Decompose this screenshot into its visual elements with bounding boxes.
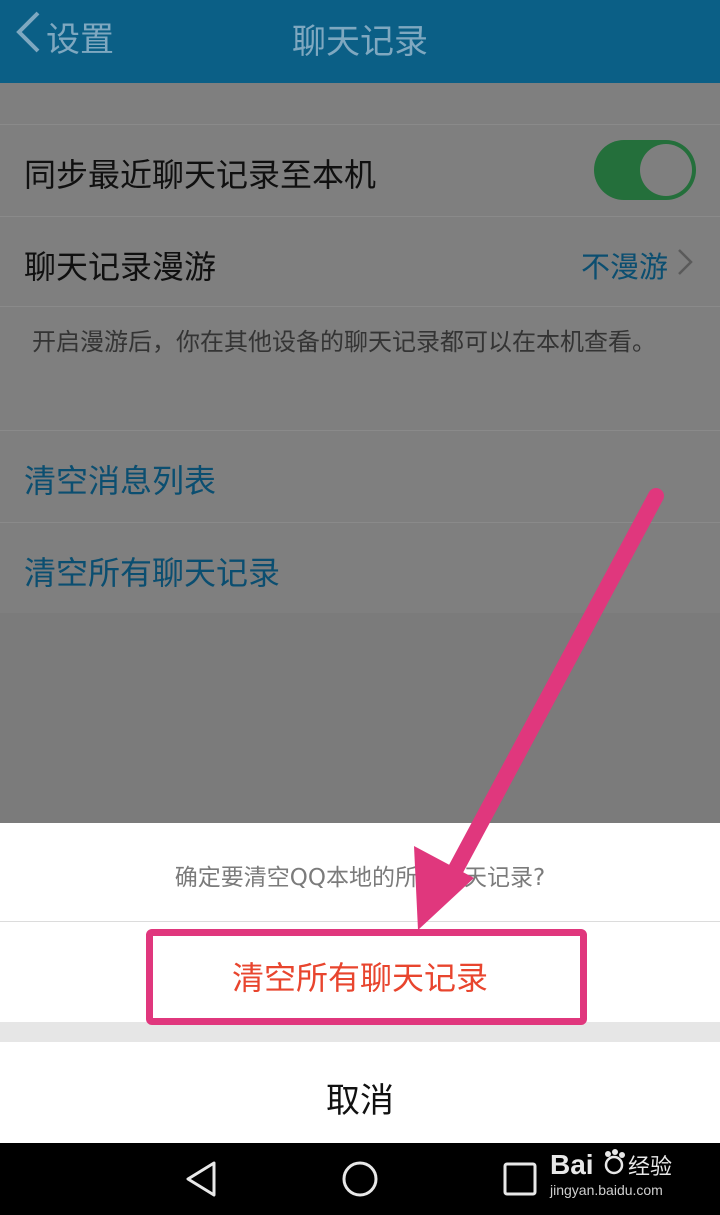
recents-square-icon[interactable] [502,1161,538,1197]
watermark-url: jingyan.baidu.com [550,1182,663,1198]
svg-text:经验: 经验 [628,1155,672,1180]
clear-actions: 清空消息列表 清空所有聊天记录 [0,430,720,615]
settings-list: 同步最近聊天记录至本机 聊天记录漫游 不漫游 [0,124,720,308]
roaming-setting-row[interactable]: 聊天记录漫游 不漫游 [0,216,720,308]
sheet-prompt: 确定要清空QQ本地的所有聊天记录? [174,865,546,891]
roaming-value: 不漫游 [581,244,694,286]
chevron-right-icon [668,247,694,284]
dim-overlay [0,613,720,823]
watermark-brand: Bai [550,1149,594,1180]
roaming-hint: 开启漫游后，你在其他设备的聊天记录都可以在本机查看。 [32,328,656,356]
sync-setting-label: 同步最近聊天记录至本机 [24,156,377,194]
sync-setting-row[interactable]: 同步最近聊天记录至本机 [0,124,720,216]
clear-all-records-label: 清空所有聊天记录 [24,554,281,592]
cancel-label: 取消 [326,1081,394,1121]
home-circle-icon[interactable] [340,1159,380,1199]
annotation-highlight-box [146,929,587,1025]
clear-message-list-label: 清空消息列表 [24,462,217,500]
sheet-gap [0,1022,720,1042]
clear-message-list-row[interactable]: 清空消息列表 [0,431,720,523]
toggle-knob [640,144,692,196]
page-title: 聊天记录 [292,22,428,62]
back-triangle-icon[interactable] [182,1159,222,1199]
divider [0,306,720,307]
roaming-value-text: 不漫游 [580,250,668,284]
clear-all-records-row[interactable]: 清空所有聊天记录 [0,523,720,615]
sync-toggle[interactable] [594,140,696,200]
roaming-setting-label: 聊天记录漫游 [24,248,217,286]
baidu-jingyan-watermark: Bai 经验 [548,1146,698,1184]
